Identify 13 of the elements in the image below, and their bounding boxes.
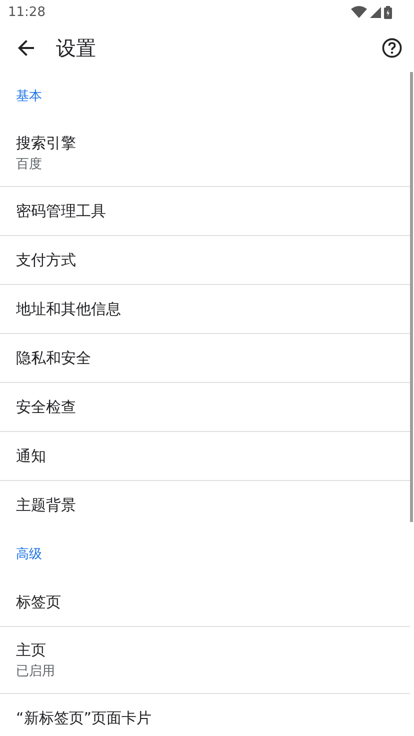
- settings-item[interactable]: 标签页: [0, 578, 410, 627]
- wifi-icon: [351, 6, 367, 18]
- back-icon[interactable]: [18, 40, 34, 56]
- status-time: 11:28: [8, 4, 46, 20]
- battery-icon: [384, 6, 392, 18]
- help-icon[interactable]: [382, 38, 402, 58]
- section-header: 高级: [15, 546, 43, 564]
- section-header: 基本: [15, 88, 43, 106]
- page-title: 设置: [56, 34, 96, 62]
- settings-item[interactable]: “新标签页”页面卡片: [0, 694, 410, 736]
- signal-icon: [370, 6, 381, 18]
- settings-item[interactable]: 主页 已启用: [0, 627, 410, 694]
- settings-item[interactable]: 主题背景: [0, 481, 410, 530]
